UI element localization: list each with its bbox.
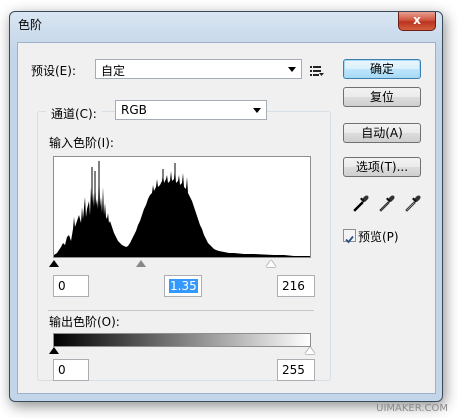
- watermark: UIMAKER.COM: [376, 403, 448, 414]
- black-point-eyedropper-icon[interactable]: [351, 193, 371, 213]
- close-button[interactable]: x: [398, 12, 436, 31]
- input-black-slider[interactable]: [49, 260, 59, 267]
- input-white-field[interactable]: 216: [277, 275, 315, 297]
- preset-select[interactable]: 自定: [95, 59, 302, 79]
- preset-value: 自定: [101, 64, 126, 78]
- reset-button[interactable]: 复位: [343, 87, 421, 107]
- output-gradient: [53, 333, 311, 347]
- input-black-field[interactable]: 0: [53, 275, 89, 297]
- histogram: [53, 156, 311, 258]
- preview-label: 预览(P): [358, 230, 399, 244]
- channel-select[interactable]: RGB: [115, 100, 267, 120]
- output-black-field[interactable]: 0: [53, 359, 89, 381]
- output-levels-label: 输出色阶(O):: [49, 315, 120, 329]
- window-title: 色阶: [18, 18, 43, 32]
- dialog-body: 预设(E): 自定 确定 复位 自动(A) 选项(T)... 预览(P) 通道(…: [17, 42, 436, 394]
- input-gamma-field[interactable]: 1.35: [164, 275, 202, 297]
- white-point-eyedropper-icon[interactable]: [403, 193, 423, 213]
- output-white-slider[interactable]: [305, 347, 315, 354]
- divider: [48, 310, 314, 311]
- auto-button[interactable]: 自动(A): [343, 123, 421, 143]
- list-menu-icon[interactable]: [310, 62, 324, 76]
- input-gamma-slider[interactable]: [136, 260, 146, 267]
- options-button[interactable]: 选项(T)...: [343, 157, 421, 177]
- gray-point-eyedropper-icon[interactable]: [377, 193, 397, 213]
- close-icon: x: [413, 13, 421, 27]
- preset-label: 预设(E):: [31, 64, 76, 78]
- output-white-field[interactable]: 255: [277, 359, 315, 381]
- levels-dialog: 色阶 x 预设(E): 自定 确定 复位 自动(A) 选项(T)... 预览(P…: [9, 11, 443, 402]
- input-white-slider[interactable]: [266, 260, 276, 267]
- chevron-down-icon: [253, 108, 261, 113]
- checkmark-icon: [345, 235, 354, 244]
- input-levels-label: 输入色阶(I):: [49, 136, 114, 150]
- channel-value: RGB: [121, 103, 147, 117]
- preview-checkbox[interactable]: [343, 229, 356, 244]
- channel-label: 通道(C):: [46, 105, 102, 122]
- chevron-down-icon: [288, 67, 296, 72]
- ok-button[interactable]: 确定: [343, 59, 421, 79]
- output-black-slider[interactable]: [49, 347, 59, 354]
- gamma-value: 1.35: [169, 279, 198, 293]
